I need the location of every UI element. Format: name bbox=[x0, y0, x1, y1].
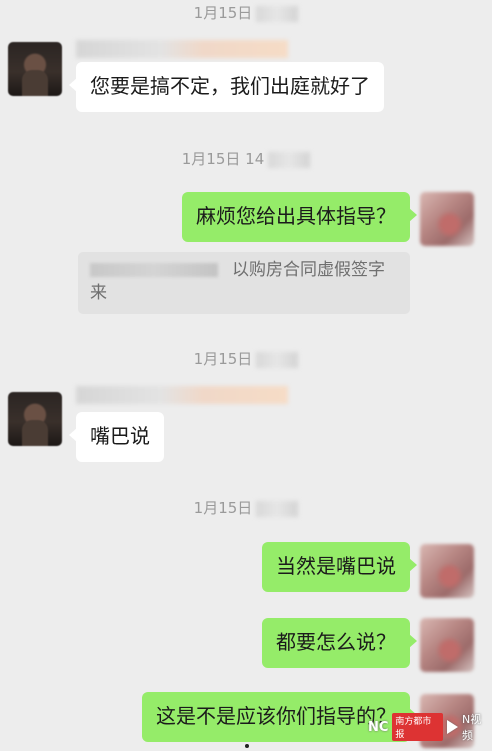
message-text: 您要是搞不定，我们出庭就好了 bbox=[90, 74, 370, 98]
message-bubble[interactable]: 您要是搞不定，我们出庭就好了 bbox=[69, 62, 384, 112]
message-text: 都要怎么说？ bbox=[276, 630, 396, 654]
quoted-text: 以购房合同虚假签字 bbox=[232, 260, 385, 280]
watermark-badge: 南方都市报 bbox=[392, 713, 444, 741]
quoted-sender-redacted bbox=[90, 263, 218, 277]
contact-avatar[interactable] bbox=[8, 42, 62, 96]
quoted-text: 来 bbox=[90, 283, 107, 303]
timestamp: 1月15日 14 bbox=[0, 148, 492, 169]
timestamp: 1月15日 bbox=[0, 2, 492, 23]
message-text: 嘴巴说 bbox=[90, 424, 150, 448]
sender-name-redacted bbox=[76, 386, 288, 404]
quoted-message[interactable]: 以购房合同虚假签字 来 bbox=[78, 252, 410, 314]
user-avatar[interactable] bbox=[420, 192, 474, 246]
message-text: 麻烦您给出具体指导？ bbox=[196, 204, 396, 228]
message-text: 当然是嘴巴说 bbox=[276, 554, 396, 578]
message-bubble[interactable]: 都要怎么说？ bbox=[262, 618, 417, 668]
contact-avatar[interactable] bbox=[8, 392, 62, 446]
message-bubble[interactable]: 当然是嘴巴说 bbox=[262, 542, 417, 592]
page-indicator-dot bbox=[245, 744, 249, 748]
timestamp: 1月15日 bbox=[0, 497, 492, 518]
play-icon bbox=[447, 720, 459, 734]
user-avatar[interactable] bbox=[420, 618, 474, 672]
watermark-logo: NC bbox=[368, 719, 389, 735]
watermark-brand: N视频 bbox=[462, 713, 482, 742]
message-bubble[interactable]: 嘴巴说 bbox=[69, 412, 164, 462]
message-bubble[interactable]: 麻烦您给出具体指导？ bbox=[182, 192, 417, 242]
sender-name-redacted bbox=[76, 40, 288, 58]
timestamp: 1月15日 bbox=[0, 348, 492, 369]
user-avatar[interactable] bbox=[420, 544, 474, 598]
message-text: 这是不是应该你们指导的？ bbox=[156, 704, 396, 728]
watermark: NC 南方都市报 N视频 bbox=[368, 713, 492, 742]
